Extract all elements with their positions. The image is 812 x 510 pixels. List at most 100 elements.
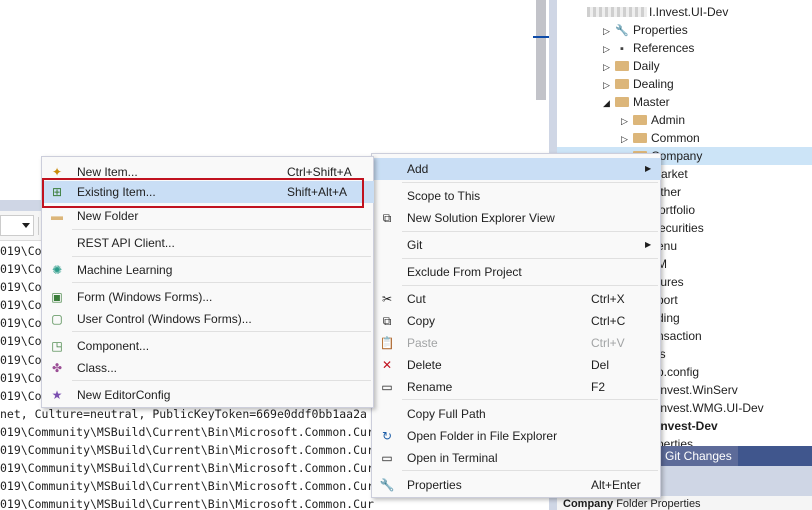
menu-item-shortcut: F2 — [591, 380, 606, 394]
add-submenu-item-component[interactable]: ◳ Component... — [43, 335, 374, 357]
menu-item-label: Machine Learning — [77, 263, 173, 277]
menu-item-label: Cut — [407, 292, 426, 306]
menu-item-shortcut: Alt+Enter — [591, 478, 641, 492]
context-menu-item-git[interactable]: Git ▶ — [373, 234, 661, 256]
tree-project-node[interactable]: I.Invest.UI-Dev — [587, 3, 728, 21]
add-submenu-item-new-item[interactable]: ✦ New Item... Ctrl+Shift+A — [43, 161, 374, 183]
menu-item-label: New Folder — [77, 209, 139, 223]
tree-item[interactable]: ▷ 🔧 Properties — [603, 21, 688, 39]
tree-item[interactable]: ▷ Daily — [603, 57, 660, 75]
add-submenu-item-class[interactable]: ✤ Class... — [43, 357, 374, 379]
new-folder-icon: ▬ — [51, 209, 63, 223]
context-menu-item-paste[interactable]: 📋 Paste Ctrl+V — [373, 332, 661, 354]
tree-item[interactable]: ▷ Dealing — [603, 75, 674, 93]
add-submenu-item-machine-learning[interactable]: ✺ Machine Learning — [43, 259, 374, 281]
existing-item-icon: ⊞ — [51, 185, 63, 199]
context-menu-item-exclude-from-project[interactable]: Exclude From Project — [373, 261, 661, 283]
context-menu-item-copy-full-path[interactable]: Copy Full Path — [373, 403, 661, 425]
menu-item-shortcut: Ctrl+C — [591, 314, 626, 328]
tree-item[interactable]: tures — [657, 273, 684, 291]
expand-arrow-icon[interactable]: ▷ — [603, 22, 615, 40]
tree-item-label: perties — [657, 437, 694, 446]
tab-git-changes[interactable]: Git Changes — [659, 446, 738, 466]
menu-separator — [402, 231, 658, 232]
form-icon: ▣ — [51, 290, 63, 304]
menu-item-label: Add — [407, 162, 429, 176]
context-menu-item-rename[interactable]: ▭ Rename F2 — [373, 376, 661, 398]
context-menu-item-open-in-terminal[interactable]: ▭ Open in Terminal — [373, 447, 661, 469]
class-icon: ✤ — [51, 361, 63, 375]
terminal-icon: ▭ — [381, 451, 393, 465]
rename-icon: ▭ — [381, 380, 393, 394]
menu-item-shortcut: Ctrl+V — [591, 336, 625, 350]
expand-arrow-icon[interactable]: ▷ — [621, 130, 633, 148]
properties-object-type: Folder Properties — [616, 498, 701, 510]
tree-item[interactable]: Invest.WMG.UI-Dev — [657, 399, 764, 417]
menu-item-label: Git — [407, 238, 423, 252]
editor-scrollbar[interactable] — [533, 0, 549, 148]
menu-separator — [402, 258, 658, 259]
scissors-icon: ✂ — [381, 292, 393, 306]
machine-learning-icon: ✺ — [51, 263, 63, 277]
tree-item-label: Invest-Dev — [657, 419, 718, 433]
add-submenu: ✦ New Item... Ctrl+Shift+A ⊞ Existing Item..… — [41, 156, 374, 408]
menu-item-label: Form (Windows Forms)... — [77, 290, 213, 304]
folder-icon — [615, 61, 629, 71]
folder-icon — [633, 133, 647, 143]
menu-item-label: New EditorConfig — [77, 388, 171, 402]
menu-separator — [72, 380, 371, 381]
properties-object-selector[interactable]: Company Folder Properties — [557, 496, 812, 510]
tree-item[interactable]: ▷ ▪ References — [603, 39, 694, 57]
user-control-icon: ▢ — [51, 312, 63, 326]
tree-item-label: Invest.WMG.UI-Dev — [657, 401, 764, 415]
editor-scroll-thumb[interactable] — [536, 0, 546, 100]
tree-item[interactable]: perties — [657, 435, 693, 446]
context-menu-item-scope-to-this[interactable]: Scope to This — [373, 185, 661, 207]
tree-item-label: nsaction — [657, 329, 702, 343]
menu-separator — [402, 399, 658, 400]
tree-item[interactable]: p.config — [657, 363, 699, 381]
wrench-icon: 🔧 — [615, 25, 629, 37]
project-name: I.Invest.UI-Dev — [649, 5, 729, 19]
tree-item[interactable]: ▷ Admin — [621, 111, 685, 129]
context-menu-item-delete[interactable]: ✕ Delete Del — [373, 354, 661, 376]
context-menu-item-new-solution-explorer-view[interactable]: ⧉ New Solution Explorer View — [373, 207, 661, 229]
toolbar-divider — [38, 217, 39, 235]
context-menu-item-add[interactable]: Add ▶ — [373, 158, 661, 180]
expand-arrow-icon[interactable]: ▷ — [621, 112, 633, 130]
expand-arrow-icon[interactable]: ▷ — [603, 76, 615, 94]
add-submenu-item-user-control-windows-forms[interactable]: ▢ User Control (Windows Forms)... — [43, 308, 374, 330]
menu-separator — [72, 229, 371, 230]
tree-item-label: Daily — [633, 59, 660, 73]
menu-separator — [72, 331, 371, 332]
menu-item-label: REST API Client... — [77, 236, 175, 250]
menu-item-label: Scope to This — [407, 189, 481, 203]
menu-item-label: Open Folder in File Explorer — [407, 429, 558, 443]
copy-icon: ⧉ — [382, 314, 392, 328]
wrench-icon: 🔧 — [379, 478, 395, 492]
component-icon: ◳ — [51, 339, 63, 353]
tree-item-label: Common — [651, 131, 700, 145]
tree-item[interactable]: Invest-Dev — [657, 417, 718, 435]
menu-item-label: Open in Terminal — [407, 451, 498, 465]
tree-item[interactable]: ▷ Common — [621, 129, 700, 147]
context-menu-item-properties[interactable]: 🔧 Properties Alt+Enter — [373, 474, 661, 496]
context-menu-item-open-folder-in-file-explorer[interactable]: ↻ Open Folder in File Explorer — [373, 425, 661, 447]
add-submenu-item-existing-item[interactable]: ⊞ Existing Item... Shift+Alt+A — [43, 181, 374, 203]
tree-item-label: p.config — [657, 365, 700, 379]
tree-item[interactable]: ◢ Master — [603, 93, 670, 111]
add-submenu-item-new-folder[interactable]: ▬ New Folder — [43, 205, 374, 227]
add-submenu-item-new-editorconfig[interactable]: ★ New EditorConfig — [43, 384, 374, 406]
context-menu-item-copy[interactable]: ⧉ Copy Ctrl+C — [373, 310, 661, 332]
tree-item[interactable]: nsaction — [657, 327, 702, 345]
menu-item-label: Delete — [407, 358, 442, 372]
chevron-down-icon — [22, 223, 30, 228]
expand-arrow-icon[interactable]: ▷ — [603, 58, 615, 76]
tree-item[interactable]: Invest.WinServ — [657, 381, 738, 399]
context-menu-item-cut[interactable]: ✂ Cut Ctrl+X — [373, 288, 661, 310]
expand-open-icon[interactable]: ◢ — [603, 94, 615, 112]
add-submenu-item-rest-api-client[interactable]: REST API Client... — [43, 232, 374, 254]
expand-arrow-icon[interactable]: ▷ — [603, 40, 615, 58]
add-submenu-item-form-windows-forms[interactable]: ▣ Form (Windows Forms)... — [43, 286, 374, 308]
output-source-dropdown[interactable] — [0, 215, 34, 236]
